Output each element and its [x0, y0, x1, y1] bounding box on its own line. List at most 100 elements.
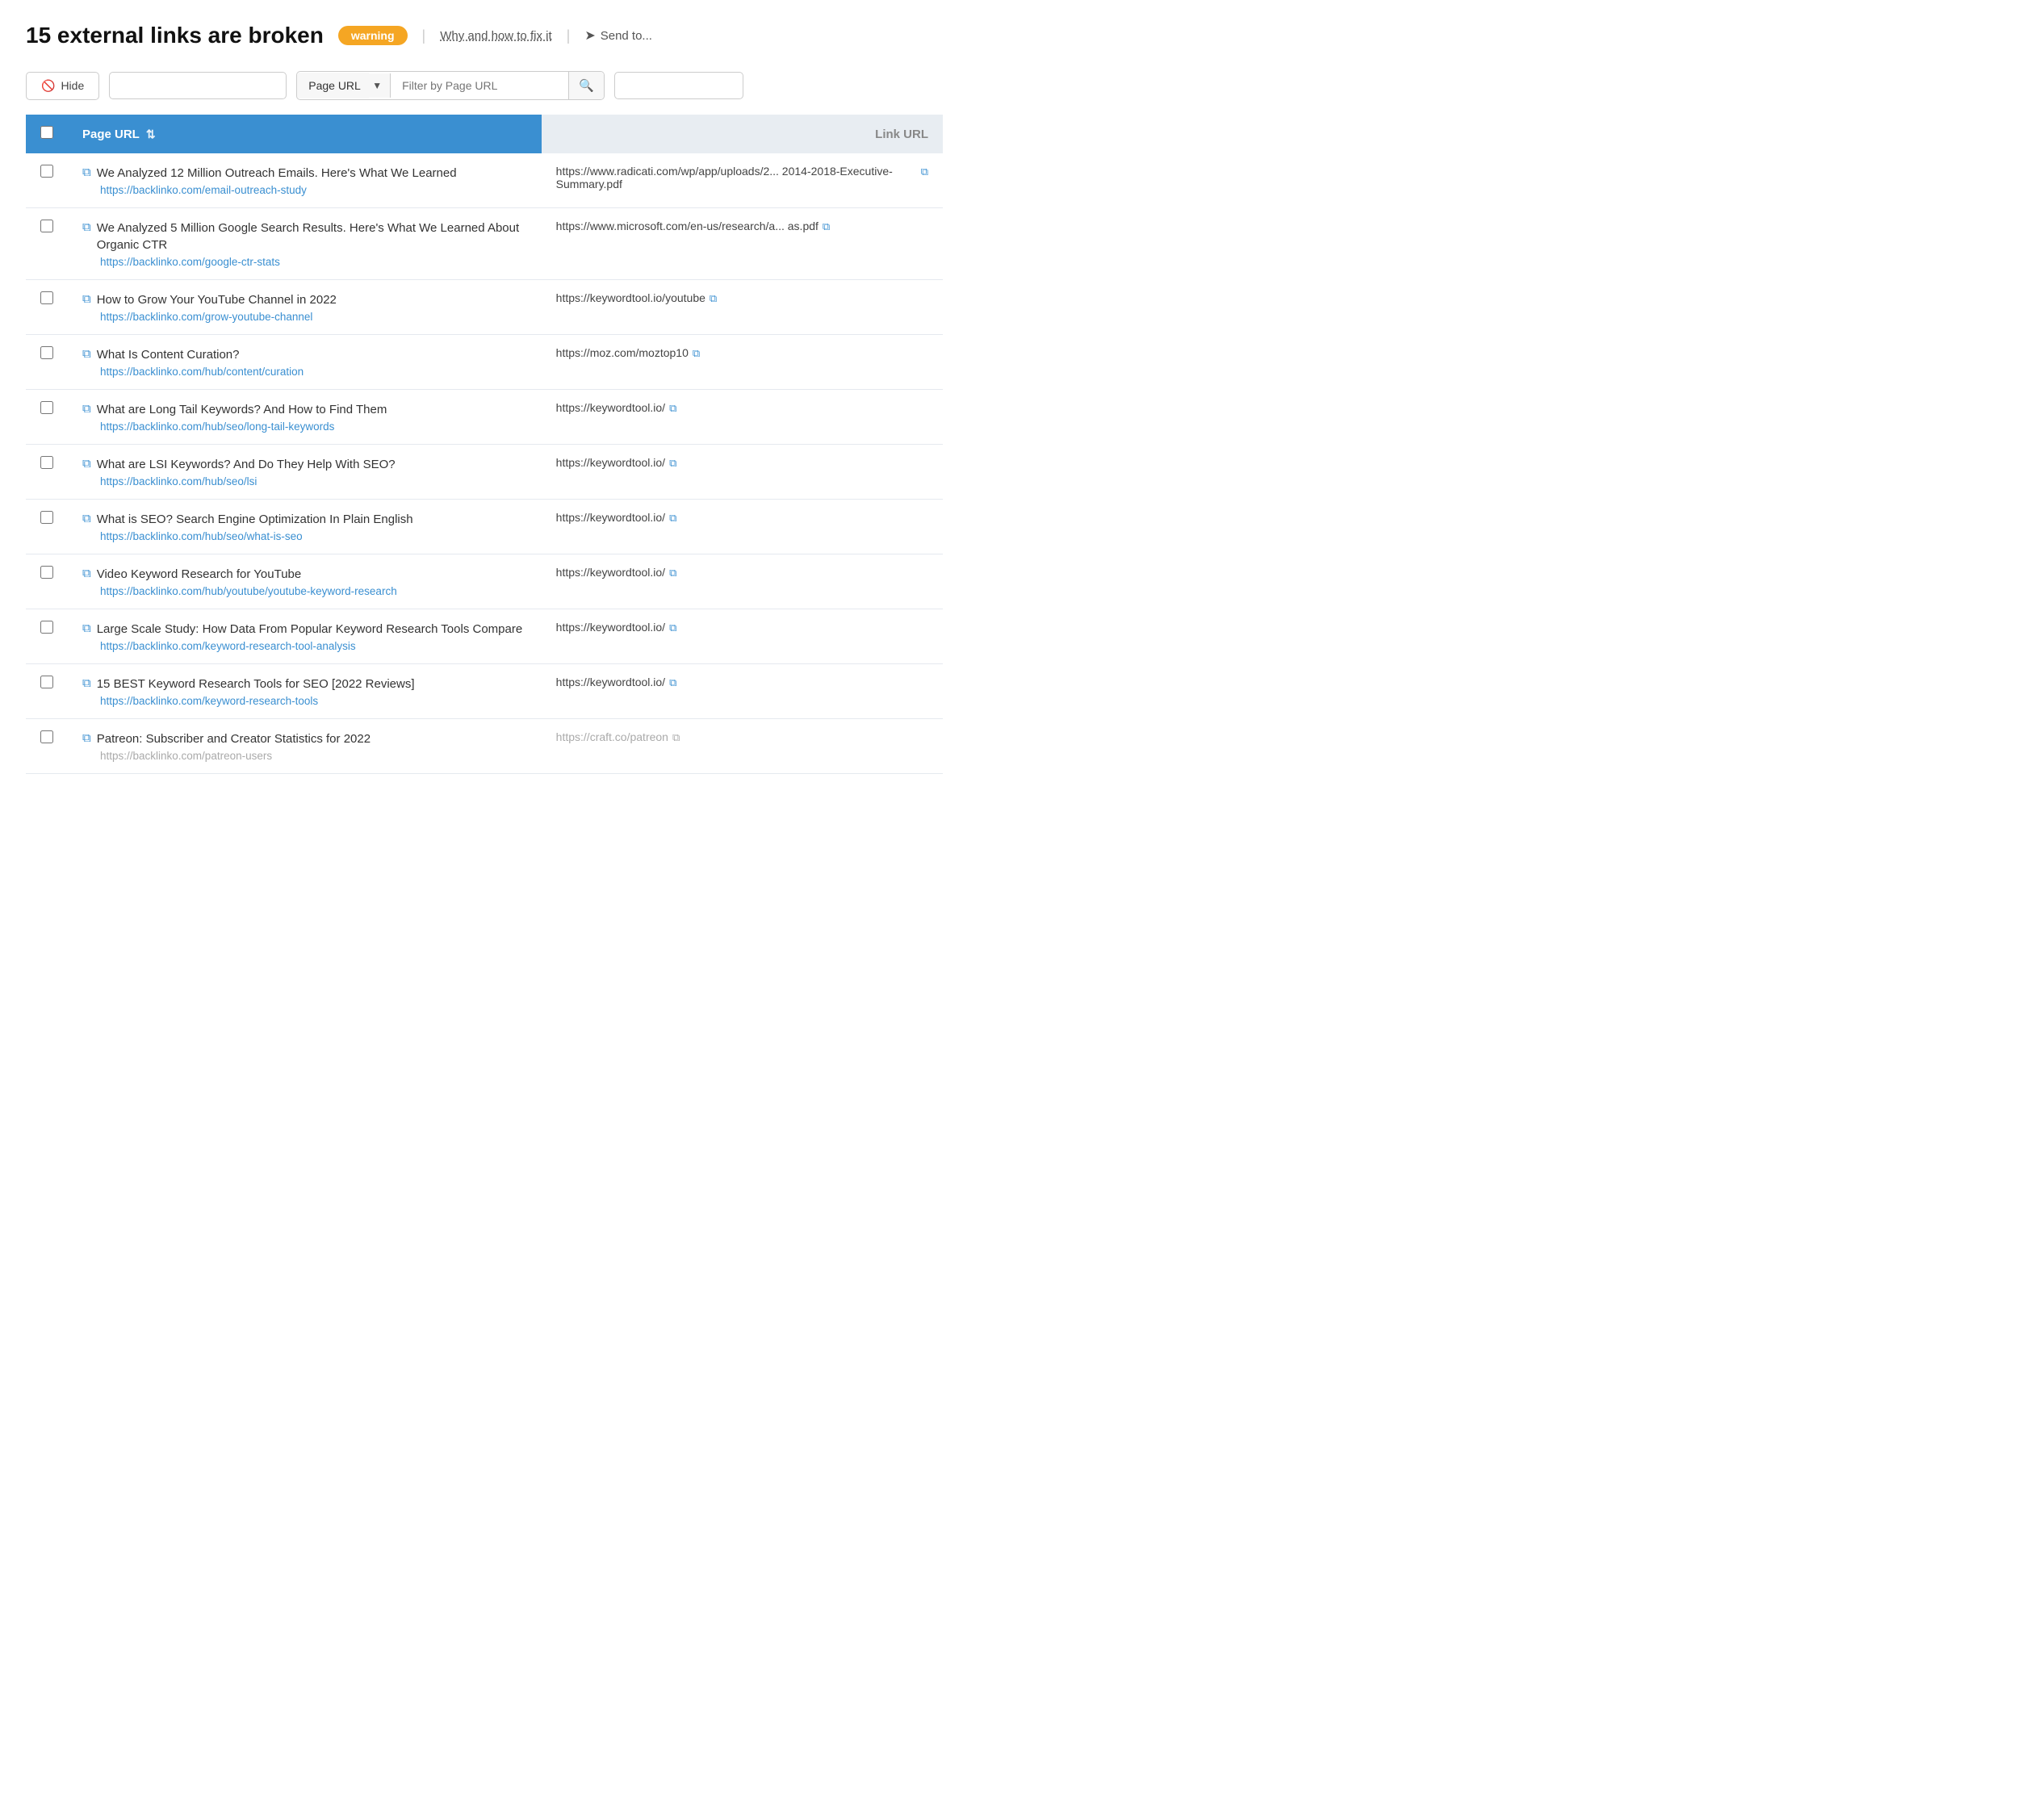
table-row: ⧉ We Analyzed 12 Million Outreach Emails.…	[26, 153, 943, 208]
link-url-text: https://moz.com/moztop10	[556, 346, 689, 359]
page-name: We Analyzed 5 Million Google Search Resu…	[97, 220, 527, 253]
table-row: ⧉ We Analyzed 5 Million Google Search Res…	[26, 208, 943, 280]
table-row: ⧉What are Long Tail Keywords? And How to…	[26, 390, 943, 445]
page-url-cell: ⧉Large Scale Study: How Data From Popula…	[68, 609, 542, 664]
external-link-icon[interactable]: ⧉	[669, 402, 676, 415]
link-url-cell: https://keywordtool.io/youtube⧉	[542, 280, 943, 335]
external-link-icon[interactable]: ⧉	[669, 621, 676, 634]
page-name: 15 BEST Keyword Research Tools for SEO […	[97, 676, 415, 692]
send-to-button[interactable]: ➤ Send to...	[584, 27, 652, 44]
row-checkbox-cell	[26, 500, 68, 554]
row-checkbox-cell	[26, 280, 68, 335]
page-url-link[interactable]: https://backlinko.com/patreon-users	[82, 750, 527, 762]
page-url-link[interactable]: https://backlinko.com/hub/seo/lsi	[82, 475, 527, 487]
page-url-link[interactable]: https://backlinko.com/google-ctr-stats	[82, 256, 527, 268]
page-url-link[interactable]: https://backlinko.com/hub/youtube/youtub…	[82, 585, 527, 597]
link-url-text: https://keywordtool.io/	[556, 456, 665, 469]
page-name: What is SEO? Search Engine Optimization …	[97, 511, 413, 528]
row-checkbox[interactable]	[40, 730, 53, 743]
link-url-cell: https://keywordtool.io/ ⧉	[542, 609, 943, 664]
filter-url-input[interactable]	[391, 73, 568, 98]
row-checkbox[interactable]	[40, 621, 53, 634]
page-external-icon: ⧉	[82, 567, 91, 580]
table-row: ⧉ How to Grow Your YouTube Channel in 202…	[26, 280, 943, 335]
link-url-cell: https://keywordtool.io/ ⧉	[542, 500, 943, 554]
select-all-checkbox[interactable]	[40, 126, 53, 139]
row-checkbox[interactable]	[40, 165, 53, 178]
external-link-icon[interactable]: ⧉	[672, 731, 680, 744]
page-url-cell: ⧉We Analyzed 12 Million Outreach Emails.…	[68, 153, 542, 208]
page-url-link[interactable]: https://backlinko.com/email-outreach-stu…	[82, 184, 527, 196]
row-checkbox-cell	[26, 719, 68, 774]
select-all-header	[26, 115, 68, 153]
page-name: How to Grow Your YouTube Channel in 2022	[97, 291, 337, 308]
page-url-cell: ⧉What are Long Tail Keywords? And How to…	[68, 390, 542, 445]
external-link-icon[interactable]: ⧉	[710, 292, 717, 305]
link-url-cell: https://keywordtool.io/ ⧉	[542, 445, 943, 500]
row-checkbox-cell	[26, 390, 68, 445]
row-checkbox[interactable]	[40, 220, 53, 232]
page-external-icon: ⧉	[82, 220, 91, 234]
page-external-icon: ⧉	[82, 457, 91, 471]
external-link-icon[interactable]: ⧉	[669, 676, 676, 689]
row-checkbox[interactable]	[40, 511, 53, 524]
page-name: What Is Content Curation?	[97, 346, 240, 363]
row-checkbox-cell	[26, 208, 68, 280]
page-url-link[interactable]: https://backlinko.com/hub/content/curati…	[82, 366, 527, 378]
page-url-cell: ⧉What is SEO? Search Engine Optimization…	[68, 500, 542, 554]
external-link-icon[interactable]: ⧉	[669, 512, 676, 525]
link-url-text: https://keywordtool.io/	[556, 621, 665, 634]
row-checkbox[interactable]	[40, 346, 53, 359]
row-checkbox[interactable]	[40, 676, 53, 688]
table-row: ⧉ What is SEO? Search Engine Optimization…	[26, 500, 943, 554]
extra-filter-input[interactable]	[614, 72, 743, 99]
link-url-text: https://keywordtool.io/	[556, 511, 665, 524]
search-input[interactable]	[109, 72, 287, 99]
row-checkbox[interactable]	[40, 401, 53, 414]
row-checkbox-cell	[26, 335, 68, 390]
row-checkbox[interactable]	[40, 456, 53, 469]
page-name: We Analyzed 12 Million Outreach Emails. …	[97, 165, 457, 182]
page-url-cell: ⧉Patreon: Subscriber and Creator Statist…	[68, 719, 542, 774]
link-url-cell: https://craft.co/patreon ⧉	[542, 719, 943, 774]
page-name: Large Scale Study: How Data From Popular…	[97, 621, 522, 638]
row-checkbox-cell	[26, 664, 68, 719]
page-url-link[interactable]: https://backlinko.com/grow-youtube-chann…	[82, 311, 527, 323]
link-url-text: https://keywordtool.io/	[556, 676, 665, 688]
row-checkbox[interactable]	[40, 566, 53, 579]
table-row: ⧉Patreon: Subscriber and Creator Statist…	[26, 719, 943, 774]
page-url-header: Page URL ⇅	[68, 115, 542, 153]
why-fix-link[interactable]: Why and how to fix it	[440, 29, 551, 43]
page-url-link[interactable]: https://backlinko.com/hub/seo/what-is-se…	[82, 530, 527, 542]
page-name: Video Keyword Research for YouTube	[97, 566, 302, 583]
link-url-cell: https://keywordtool.io/ ⧉	[542, 664, 943, 719]
table-row: ⧉ 15 BEST Keyword Research Tools for SEO …	[26, 664, 943, 719]
external-link-icon[interactable]: ⧉	[669, 457, 676, 470]
row-checkbox-cell	[26, 554, 68, 609]
page-url-cell: ⧉15 BEST Keyword Research Tools for SEO …	[68, 664, 542, 719]
page-url-link[interactable]: https://backlinko.com/keyword-research-t…	[82, 640, 527, 652]
row-checkbox-cell	[26, 153, 68, 208]
page-url-link[interactable]: https://backlinko.com/keyword-research-t…	[82, 695, 527, 707]
hide-button[interactable]: 🚫 Hide	[26, 72, 99, 100]
external-link-icon[interactable]: ⧉	[823, 220, 830, 233]
filter-select[interactable]: Page URL	[297, 73, 369, 98]
link-url-header: Link URL	[542, 115, 943, 153]
page-url-cell: ⧉ Video Keyword Research for YouTube https…	[68, 554, 542, 609]
filter-search-button[interactable]: 🔍	[568, 72, 604, 99]
page-title: 15 external links are broken	[26, 23, 324, 48]
sort-icon[interactable]: ⇅	[146, 128, 156, 141]
link-url-text: https://www.microsoft.com/en-us/research…	[556, 220, 819, 232]
page-external-icon: ⧉	[82, 731, 91, 745]
row-checkbox[interactable]	[40, 291, 53, 304]
search-icon: 🔍	[579, 79, 594, 93]
link-url-text: https://craft.co/patreon	[556, 730, 668, 743]
send-arrow-icon: ➤	[584, 27, 595, 44]
page-external-icon: ⧉	[82, 347, 91, 361]
page-url-link[interactable]: https://backlinko.com/hub/seo/long-tail-…	[82, 420, 527, 433]
external-link-icon[interactable]: ⧉	[693, 347, 700, 360]
external-link-icon[interactable]: ⧉	[669, 567, 676, 579]
external-link-icon[interactable]: ⧉	[921, 165, 928, 178]
link-url-text: https://keywordtool.io/	[556, 401, 665, 414]
link-url-cell: https://keywordtool.io/⧉	[542, 554, 943, 609]
